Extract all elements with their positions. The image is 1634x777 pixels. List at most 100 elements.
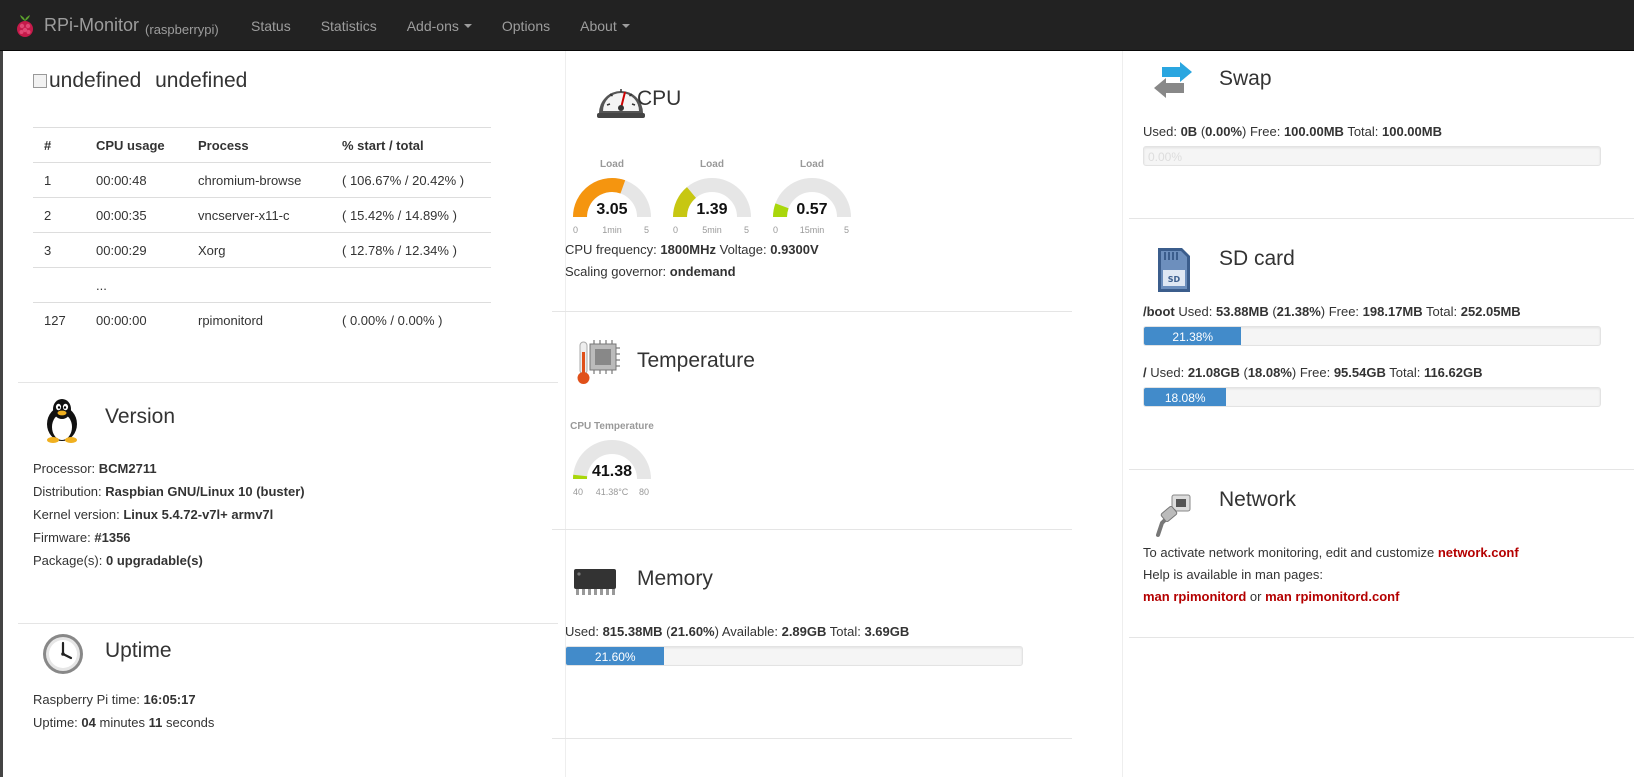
cell: ( 15.42% / 14.89% ) [331, 197, 491, 233]
cpu-title: CPU [637, 87, 682, 110]
brand[interactable]: RPi-Monitor (raspberrypi) [14, 0, 219, 51]
memory-title: Memory [637, 567, 713, 590]
sd-root-line: / Used: 21.08GB (18.08%) Free: 95.54GB T… [1143, 365, 1482, 380]
network-title: Network [1219, 488, 1297, 511]
cell: rpimonitord [198, 312, 264, 328]
nav-item-options[interactable]: Options [487, 0, 565, 51]
label: Distribution: [33, 484, 106, 499]
network-info-line: To activate network monitoring, edit and… [1143, 545, 1519, 560]
memory-total-value: 3.69GB [864, 624, 910, 639]
uptime-seconds: 11 [148, 715, 163, 730]
nav-item-addons[interactable]: Add-ons [392, 0, 487, 51]
firmware-line: Firmware: #1356 [33, 530, 131, 545]
cell: 00:00:48 [85, 162, 187, 198]
swap-progress-bar: 0.00% [1143, 146, 1601, 166]
label: Used: [1174, 304, 1216, 319]
gauge-value: 3.05 [596, 201, 628, 218]
memory-used-percent: 21.60% [670, 624, 715, 639]
label: Free: [1325, 304, 1363, 319]
broken-image-icon [33, 74, 47, 89]
root-free-value: 95.54GB [1333, 365, 1386, 380]
pi-time-value: 16:05:17 [143, 692, 196, 707]
nav-item-statistics[interactable]: Statistics [306, 0, 392, 51]
swap-progress-text: 0.00% [1148, 150, 1183, 164]
gauge: Load 0.57 0 15min 5 [767, 159, 857, 239]
label: Total: [1422, 304, 1461, 319]
label: Free: [1246, 124, 1284, 139]
boot-used-percent: 21.38% [1276, 304, 1321, 319]
table-row: 2 00:00:35 vncserver-x11-c( 15.42% / 14.89… [33, 197, 491, 233]
gauge-value: 41.38 [591, 463, 633, 480]
man-rpimonitord-conf-link[interactable]: man rpimonitord.conf [1265, 589, 1399, 604]
swap-arrows-icon [1154, 62, 1192, 98]
nav-label: Status [251, 17, 291, 34]
cell: chromium-browse [187, 162, 331, 198]
sdcard-title: SD card [1219, 247, 1295, 270]
boot-free-value: 198.17MB [1362, 304, 1423, 319]
label: Firmware: [33, 530, 95, 545]
label: Total: [1343, 124, 1382, 139]
cell: 2 [33, 197, 85, 233]
nav-item-about[interactable]: About [565, 0, 645, 51]
brand-name: RPi-Monitor [44, 15, 140, 35]
process-table: # CPU usage Process % start / total 1 00:… [33, 127, 491, 338]
label: minutes [95, 715, 149, 730]
svg-text:SD: SD [1168, 275, 1181, 284]
top-process-section: undefined undefined # CPU usage Process … [0, 51, 565, 381]
label: seconds [162, 715, 215, 730]
root-used-value: 21.08GB [1187, 365, 1240, 380]
swap-free-value: 100.00MB [1283, 124, 1344, 139]
label: ( [662, 624, 671, 639]
kernel-value: Linux 5.4.72-v7l+ armv7l [123, 507, 274, 522]
clock-icon [43, 634, 83, 674]
label: ( [1197, 124, 1206, 139]
cell: ( 0.00% / 0.00% ) [342, 312, 443, 328]
col-header-index: # [33, 127, 85, 163]
col-header-percent: % start / total [331, 127, 491, 163]
label: Uptime: [33, 715, 82, 730]
cell: vncserver-x11-c [187, 197, 331, 233]
tux-penguin-icon [47, 399, 77, 443]
version-title: Version [105, 405, 176, 428]
root-used-percent: 18.08% [1247, 365, 1292, 380]
col-header-cpu: CPU usage [85, 127, 187, 163]
table-row: 3 00:00:29 Xorg( 12.78% / 12.34% ) [33, 232, 491, 268]
label: Voltage: [716, 242, 771, 257]
root-total-value: 116.62GB [1423, 365, 1483, 380]
packages-value: 0 upgradable(s) [105, 553, 203, 568]
label: Help is available in man pages: [1143, 567, 1323, 582]
table-header-row: # CPU usage Process % start / total [33, 127, 491, 163]
label: Used: [565, 624, 603, 639]
man-rpimonitord-link[interactable]: man rpimonitord [1143, 589, 1246, 604]
network-man-line: man rpimonitord or man rpimonitord.conf [1143, 589, 1399, 604]
packages-line: Package(s): 0 upgradable(s) [33, 553, 203, 568]
column-left: undefined undefined # CPU usage Process … [0, 51, 565, 777]
sd-card-icon: SD [1158, 248, 1190, 292]
nav-item-status[interactable]: Status [236, 0, 306, 51]
section-divider [552, 529, 1072, 530]
temperature-title: Temperature [637, 349, 755, 372]
pi-time-line: Raspberry Pi time: 16:05:17 [33, 692, 196, 707]
memory-progress-fill: 21.60% [566, 647, 665, 665]
section-divider [1129, 218, 1634, 219]
distribution-line: Distribution: Raspbian GNU/Linux 10 (bus… [33, 484, 305, 499]
label: To activate network monitoring, edit and… [1143, 545, 1438, 560]
label: Scaling governor: [565, 264, 670, 279]
label: Total: [1385, 365, 1424, 380]
raspberry-logo-icon [17, 14, 33, 37]
label: CPU frequency: [565, 242, 661, 257]
network-conf-link[interactable]: network.conf [1438, 545, 1519, 560]
cell: ( 106.67% / 20.42% ) [331, 162, 491, 198]
sd-boot-progress-fill: 21.38% [1144, 327, 1242, 345]
cell: 1 [33, 162, 85, 198]
thermometer-chip-icon [577, 340, 620, 384]
gauge-max: 5 [743, 225, 749, 235]
network-help-line: Help is available in man pages: [1143, 567, 1323, 582]
memory-progress-bar: 21.60% [565, 646, 1023, 666]
nav-label: Add-ons [406, 17, 459, 34]
cell: 00:00:29 [85, 232, 187, 268]
label: Kernel version: [33, 507, 124, 522]
sd-root-progress-bar: 18.08% [1143, 387, 1601, 407]
broken-image-alt: undefined [49, 69, 142, 92]
uptime-minutes: 04 [81, 715, 96, 730]
